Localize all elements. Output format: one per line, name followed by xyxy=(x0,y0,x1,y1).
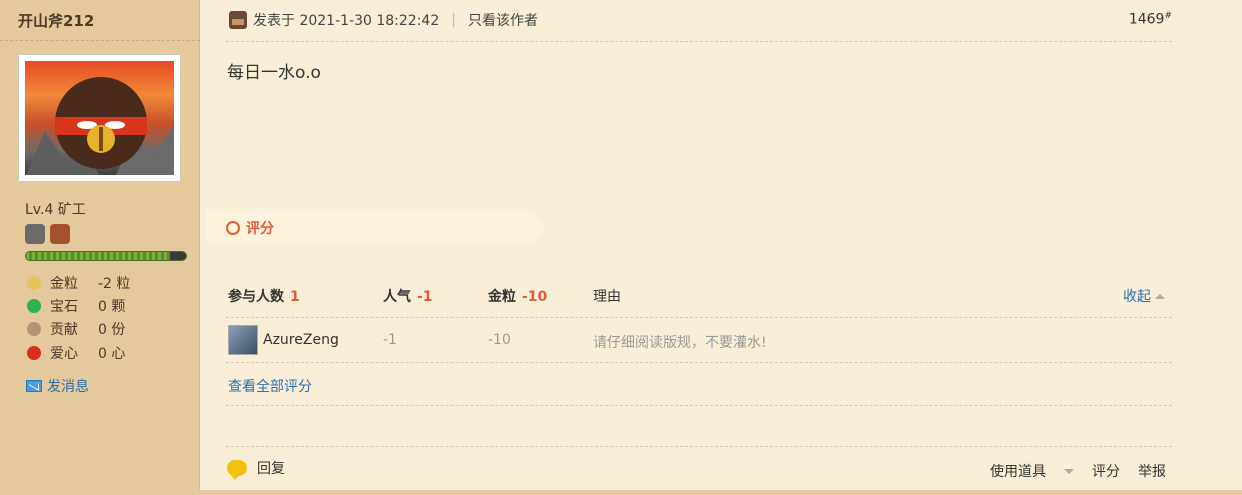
send-message-label: 发消息 xyxy=(47,379,89,395)
chevron-down-icon xyxy=(1064,468,1074,474)
rater-avatar[interactable] xyxy=(228,325,258,355)
reply-label: 回复 xyxy=(257,461,285,477)
reason-header: 理由 xyxy=(593,289,621,305)
stat-label: 爱心 xyxy=(50,346,78,362)
chevron-up-icon xyxy=(1155,293,1165,299)
post-actions: 使用道具 评分 举报 xyxy=(954,461,1166,481)
collapse-label: 收起 xyxy=(1123,289,1151,305)
medal-badge-icon[interactable] xyxy=(25,224,45,244)
rater-popularity: -1 xyxy=(383,332,397,348)
header-divider xyxy=(226,41,1172,42)
avatar[interactable] xyxy=(18,54,181,182)
experience-bar-remaining xyxy=(170,252,186,260)
rater-gold: -10 xyxy=(488,332,511,348)
sidebar-divider xyxy=(0,40,200,41)
experience-bar xyxy=(25,251,187,261)
stat-value: -2 粒 xyxy=(98,276,131,292)
post-time: 发表于 2021-1-30 18:22:42 xyxy=(253,13,440,29)
stat-label: 金粒 xyxy=(50,276,78,292)
view-all-ratings-link[interactable]: 查看全部评分 xyxy=(228,376,312,396)
popularity-label: 人气 xyxy=(383,289,411,305)
participants-count: 1 xyxy=(290,289,300,305)
floor-number-value: 1469 xyxy=(1128,11,1165,28)
rating-title-label: 评分 xyxy=(246,221,274,237)
separator: | xyxy=(451,12,456,28)
rater-reason: 请仔细阅读版规，不要灌水! xyxy=(593,335,767,351)
gold-label: 金粒 xyxy=(488,289,516,305)
stat-contribution: 贡献 0 份 xyxy=(27,319,125,339)
author-name[interactable]: 开山斧212 xyxy=(18,10,94,31)
post-main: 发表于 2021-1-30 18:22:42 | 只看该作者 1469# 每日一… xyxy=(201,0,1242,495)
post-header: 发表于 2021-1-30 18:22:42 | 只看该作者 xyxy=(229,10,538,30)
emerald-icon xyxy=(27,299,41,313)
medal-badge-icon[interactable] xyxy=(50,224,70,244)
rating-bottom-divider xyxy=(226,405,1172,406)
speech-bubble-icon xyxy=(227,460,247,480)
reply-button[interactable]: 回复 xyxy=(227,458,285,480)
use-item-button[interactable]: 使用道具 xyxy=(972,461,1074,481)
stat-value: 0 份 xyxy=(98,322,126,338)
stat-love: 爱心 0 心 xyxy=(27,343,125,363)
stat-gold: 金粒 -2 粒 xyxy=(27,273,130,293)
rate-button[interactable]: 评分 xyxy=(1092,461,1120,481)
user-level[interactable]: Lv.4 矿工 xyxy=(25,199,86,219)
stat-value: 0 心 xyxy=(98,346,126,362)
rating-header-divider xyxy=(226,317,1172,318)
rater-name[interactable]: AzureZeng xyxy=(263,332,339,348)
gold-total: -10 xyxy=(522,289,548,305)
heart-apple-icon xyxy=(27,346,41,360)
send-message-link[interactable]: 发消息 xyxy=(26,376,89,396)
report-button[interactable]: 举报 xyxy=(1138,461,1166,481)
mail-icon xyxy=(26,380,42,392)
gold-header: 金粒 -10 xyxy=(488,286,547,306)
popularity-header: 人气 -1 xyxy=(383,286,433,306)
rating-title: 评分 xyxy=(226,218,274,238)
use-item-label: 使用道具 xyxy=(990,464,1046,480)
contribution-icon xyxy=(27,322,41,336)
online-status-icon xyxy=(229,11,247,29)
only-author-link[interactable]: 只看该作者 xyxy=(468,10,538,30)
stat-label: 宝石 xyxy=(50,299,78,315)
stat-gem: 宝石 0 颗 xyxy=(27,296,125,316)
avatar-emblem-icon xyxy=(25,77,174,175)
bottom-border xyxy=(0,490,1242,495)
circle-icon xyxy=(226,221,240,235)
avatar-image xyxy=(25,61,174,175)
author-sidebar: 开山斧212 Lv.4 矿工 金粒 -2 粒 宝石 0 颗 贡献 0 份 爱心 … xyxy=(0,0,200,495)
stat-value: 0 颗 xyxy=(98,299,126,315)
participants-header: 参与人数 1 xyxy=(228,286,300,306)
floor-number[interactable]: 1469# xyxy=(1129,11,1172,28)
post-content: 每日一水o.o xyxy=(227,63,321,83)
popularity-total: -1 xyxy=(417,289,433,305)
participants-label: 参与人数 xyxy=(228,289,284,305)
collapse-button[interactable]: 收起 xyxy=(1123,286,1165,306)
rating-row-divider xyxy=(226,362,1172,363)
stat-label: 贡献 xyxy=(50,322,78,338)
footer-divider xyxy=(226,446,1172,447)
gold-nugget-icon xyxy=(27,276,41,290)
floor-mark: # xyxy=(1164,11,1172,21)
